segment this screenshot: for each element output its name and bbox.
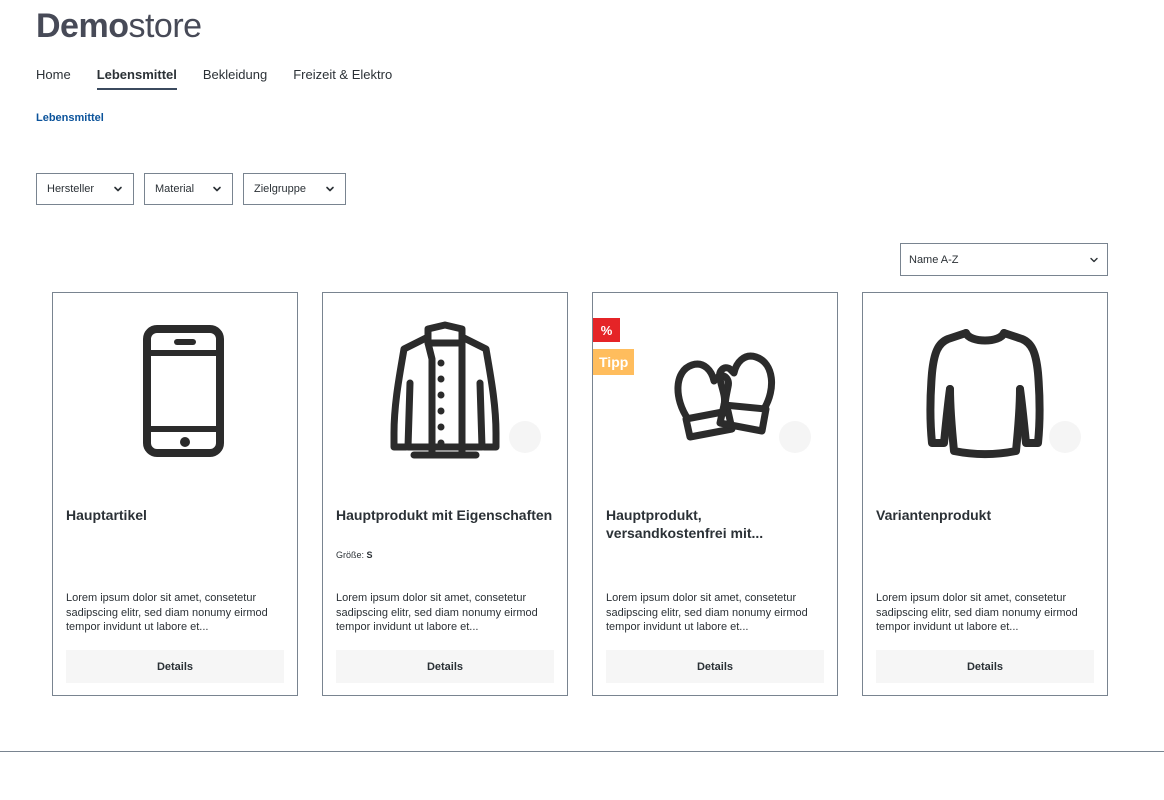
wishlist-button[interactable] bbox=[779, 421, 811, 453]
sorting-selected-value: Name A-Z bbox=[909, 253, 959, 266]
footer-divider bbox=[0, 751, 1164, 752]
product-title[interactable]: Hauptprodukt, versandkostenfrei mit... bbox=[606, 506, 824, 542]
filter-material-button[interactable]: Material bbox=[144, 173, 233, 205]
breadcrumb-item-current[interactable]: Lebensmittel bbox=[36, 112, 104, 124]
tip-badge: Tipp bbox=[593, 349, 635, 375]
product-image[interactable] bbox=[863, 293, 1107, 483]
filter-panel: Hersteller Material Zielgruppe bbox=[36, 173, 356, 205]
wishlist-button[interactable] bbox=[509, 421, 541, 453]
nav-item-bekleidung[interactable]: Bekleidung bbox=[203, 66, 267, 90]
product-card: Hauptprodukt mit Eigenschaften Größe: S … bbox=[322, 292, 568, 696]
details-button[interactable]: Details bbox=[66, 650, 284, 683]
sorting-select[interactable]: Name A-Z bbox=[900, 243, 1108, 276]
filter-zielgruppe-button[interactable]: Zielgruppe bbox=[243, 173, 346, 205]
property-label: Größe: bbox=[336, 550, 365, 560]
mittens-icon bbox=[674, 352, 776, 441]
filter-label: Zielgruppe bbox=[254, 183, 306, 195]
wishlist-button[interactable] bbox=[1049, 421, 1081, 453]
logo-light-text: store bbox=[128, 7, 202, 45]
product-title[interactable]: Hauptartikel bbox=[66, 506, 284, 524]
nav-item-freizeit-elektro[interactable]: Freizeit & Elektro bbox=[293, 66, 392, 90]
chevron-down-icon bbox=[326, 186, 334, 192]
product-property: Größe: S bbox=[336, 550, 373, 560]
product-description: Lorem ipsum dolor sit amet, consetetur s… bbox=[606, 592, 808, 633]
details-button[interactable]: Details bbox=[606, 650, 824, 683]
property-value: S bbox=[366, 550, 373, 560]
product-title[interactable]: Variantenprodukt bbox=[876, 506, 1094, 524]
discount-badge: % bbox=[593, 318, 620, 342]
details-button[interactable]: Details bbox=[876, 650, 1094, 683]
product-image[interactable] bbox=[323, 293, 567, 483]
main-navigation: Home Lebensmittel Bekleidung Freizeit & … bbox=[36, 66, 418, 90]
filter-label: Material bbox=[155, 183, 195, 195]
product-listing: Hauptartikel Lorem ipsum dolor sit amet,… bbox=[52, 292, 1108, 696]
sweater-icon bbox=[926, 329, 1044, 458]
breadcrumb: Lebensmittel bbox=[36, 112, 104, 124]
product-card: Variantenprodukt Lorem ipsum dolor sit a… bbox=[862, 292, 1108, 696]
filter-label: Hersteller bbox=[47, 183, 95, 195]
product-description: Lorem ipsum dolor sit amet, consetetur s… bbox=[876, 592, 1078, 633]
smartphone-icon bbox=[143, 325, 224, 457]
chevron-down-icon bbox=[114, 186, 122, 192]
product-description: Lorem ipsum dolor sit amet, consetetur s… bbox=[336, 592, 538, 633]
product-description: Lorem ipsum dolor sit amet, consetetur s… bbox=[66, 592, 268, 633]
product-title[interactable]: Hauptprodukt mit Eigenschaften bbox=[336, 506, 554, 524]
product-card: Hauptartikel Lorem ipsum dolor sit amet,… bbox=[52, 292, 298, 696]
product-image[interactable] bbox=[593, 293, 837, 483]
nav-item-lebensmittel[interactable]: Lebensmittel bbox=[96, 66, 177, 90]
chevron-down-icon bbox=[213, 186, 221, 192]
product-card: % Tipp Hauptprodukt, versandkostenfrei m… bbox=[592, 292, 838, 696]
chevron-down-icon bbox=[1090, 257, 1098, 262]
logo-bold-text: Demo bbox=[36, 7, 129, 45]
jacket-icon bbox=[390, 321, 500, 459]
details-button[interactable]: Details bbox=[336, 650, 554, 683]
product-image[interactable] bbox=[53, 293, 297, 483]
store-logo[interactable]: Demostore bbox=[36, 8, 202, 44]
nav-item-home[interactable]: Home bbox=[36, 66, 71, 90]
filter-hersteller-button[interactable]: Hersteller bbox=[36, 173, 134, 205]
